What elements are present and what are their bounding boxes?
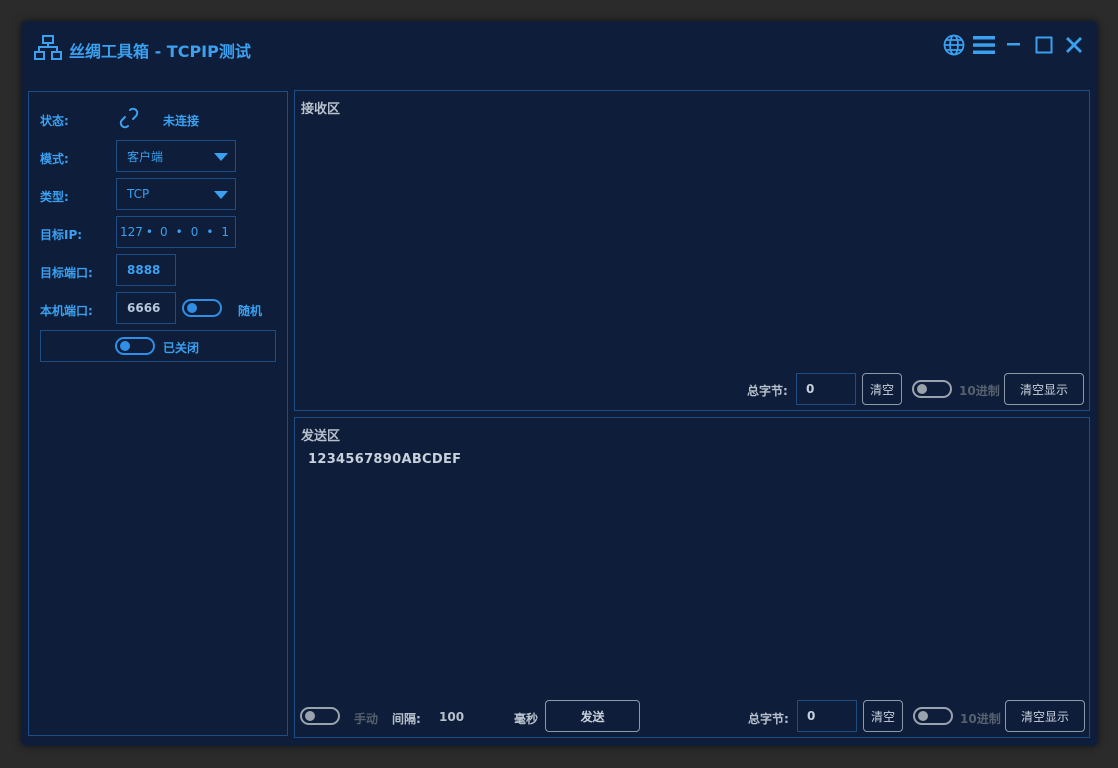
receive-clear-display-button[interactable]: 清空显示 bbox=[1004, 373, 1084, 405]
send-clear-display-button[interactable]: 清空显示 bbox=[1005, 700, 1085, 732]
connect-toggle[interactable] bbox=[115, 337, 155, 355]
receive-textarea[interactable] bbox=[301, 121, 1083, 371]
ms-label: 毫秒 bbox=[514, 712, 539, 726]
ip-octet-2: 0 bbox=[159, 225, 168, 239]
random-port-toggle[interactable] bbox=[182, 299, 222, 317]
receive-clear-button[interactable]: 清空 bbox=[862, 373, 902, 405]
receive-total-bytes-label: 总字节: bbox=[747, 384, 788, 398]
send-panel: 发送区 1234567890ABCDEF 手动 间隔: 100 毫秒 发送 总字… bbox=[294, 417, 1090, 738]
manual-label: 手动 bbox=[354, 712, 379, 726]
connection-settings-panel: 状态: 未连接 模式: 客户端 类型: TCP 目标IP: 127 • 0 • … bbox=[28, 91, 288, 736]
ip-dot: • bbox=[145, 225, 153, 239]
random-label: 随机 bbox=[238, 304, 263, 318]
target-port-label: 目标端口: bbox=[40, 266, 93, 280]
receive-hex-label: 10进制 bbox=[959, 384, 1000, 398]
target-ip-label: 目标IP: bbox=[40, 228, 83, 242]
connect-status-label: 已关闭 bbox=[163, 341, 200, 355]
ip-octet-1: 127 bbox=[120, 225, 143, 239]
connection-status: 未连接 bbox=[163, 114, 200, 128]
send-button[interactable]: 发送 bbox=[545, 700, 640, 732]
send-total-bytes-label: 总字节: bbox=[748, 712, 789, 726]
maximize-icon[interactable] bbox=[1032, 33, 1056, 57]
type-label: 类型: bbox=[40, 190, 69, 204]
app-window: 丝绸工具箱 - TCPIP测试 状态: 未连接 模式: 客户端 类型: TCP … bbox=[21, 21, 1098, 746]
close-icon[interactable] bbox=[1062, 33, 1086, 57]
connect-toggle-bar[interactable]: 已关闭 bbox=[40, 330, 276, 362]
ip-octet-3: 0 bbox=[190, 225, 199, 239]
receive-total-bytes: 0 bbox=[796, 373, 856, 405]
ip-octet-4: 1 bbox=[221, 225, 230, 239]
send-total-bytes: 0 bbox=[797, 700, 857, 732]
ip-dot: • bbox=[175, 225, 183, 239]
interval-label: 间隔: bbox=[392, 712, 421, 726]
send-title: 发送区 bbox=[301, 429, 341, 444]
status-label: 状态: bbox=[40, 114, 69, 128]
target-port-input[interactable]: 8888 bbox=[116, 254, 176, 286]
send-textarea[interactable]: 1234567890ABCDEF bbox=[308, 452, 461, 467]
mode-select-value: 客户端 bbox=[127, 149, 164, 164]
link-icon bbox=[117, 106, 141, 133]
receive-title: 接收区 bbox=[301, 102, 341, 117]
chevron-down-icon bbox=[214, 191, 228, 199]
type-select[interactable]: TCP bbox=[116, 178, 236, 210]
receive-panel: 接收区 总字节: 0 清空 10进制 清空显示 bbox=[294, 90, 1090, 411]
mode-select[interactable]: 客户端 bbox=[116, 140, 236, 172]
target-ip-input[interactable]: 127 • 0 • 0 • 1 bbox=[116, 216, 236, 248]
toggle-knob bbox=[120, 341, 130, 351]
window-title: 丝绸工具箱 - TCPIP测试 bbox=[69, 42, 251, 61]
title-bar: 丝绸工具箱 - TCPIP测试 bbox=[21, 21, 1098, 77]
network-icon bbox=[34, 35, 62, 61]
menu-icon[interactable] bbox=[972, 33, 996, 57]
chevron-down-icon bbox=[214, 153, 228, 161]
local-port-label: 本机端口: bbox=[40, 304, 93, 318]
manual-send-toggle[interactable] bbox=[300, 707, 340, 725]
ip-dot: • bbox=[206, 225, 214, 239]
toggle-knob bbox=[917, 384, 927, 394]
send-hex-label: 10进制 bbox=[960, 712, 1001, 726]
local-port-input[interactable]: 6666 bbox=[116, 292, 176, 324]
type-select-value: TCP bbox=[127, 187, 150, 201]
mode-label: 模式: bbox=[40, 152, 69, 166]
minimize-icon[interactable] bbox=[1002, 33, 1026, 57]
globe-icon[interactable] bbox=[942, 33, 966, 57]
interval-value[interactable]: 100 bbox=[439, 710, 464, 724]
toggle-knob bbox=[918, 711, 928, 721]
toggle-knob bbox=[187, 303, 197, 313]
send-clear-button[interactable]: 清空 bbox=[863, 700, 903, 732]
receive-hex-toggle[interactable] bbox=[912, 380, 952, 398]
send-hex-toggle[interactable] bbox=[913, 707, 953, 725]
toggle-knob bbox=[305, 711, 315, 721]
